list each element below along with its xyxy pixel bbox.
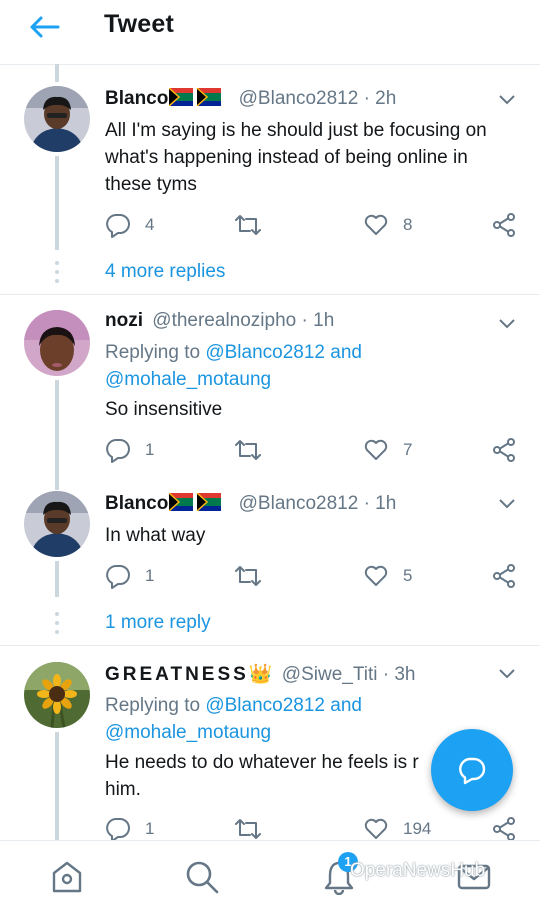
reply-count: 1	[145, 440, 155, 459]
thread-line	[55, 380, 59, 480]
like-button[interactable]: 194	[363, 816, 431, 842]
retweet-button[interactable]	[233, 563, 263, 589]
share-icon	[493, 564, 515, 588]
retweet-icon	[235, 819, 261, 839]
reply-count: 1	[145, 819, 155, 838]
back-arrow-icon[interactable]	[28, 14, 60, 40]
timestamp: · 3h	[382, 664, 416, 685]
reply-icon	[106, 818, 130, 842]
tweet-header: Blanco @Blanco2812 · 2h	[105, 88, 396, 110]
tweet-header: GREATNESS👑 @Siwe_Titi · 3h	[105, 662, 416, 686]
tweet-text: So insensitive	[105, 399, 223, 420]
like-count: 194	[403, 819, 432, 838]
handle[interactable]: @Blanco2812	[239, 88, 359, 109]
like-button[interactable]: 8	[363, 212, 412, 238]
reply-icon	[106, 439, 130, 463]
reply-count: 1	[145, 566, 155, 585]
tweet-text: All I'm saying is he should just be focu…	[105, 120, 487, 195]
display-name[interactable]: Blanco	[105, 493, 168, 514]
like-button[interactable]: 7	[363, 437, 412, 463]
replying-to: Replying to @Blanco2812 and @mohale_mota…	[105, 342, 362, 390]
share-icon	[493, 817, 515, 841]
heart-icon	[364, 818, 388, 839]
avatar[interactable]	[24, 86, 90, 152]
thread-line	[55, 561, 59, 597]
chevron-down-icon[interactable]	[498, 498, 516, 510]
tweet-text: In what way	[105, 525, 206, 546]
search-icon[interactable]	[184, 859, 220, 895]
mention-link[interactable]: @mohale_motaung	[105, 722, 271, 743]
thread-line	[55, 732, 59, 840]
tweet-actions: 4 8	[105, 212, 517, 238]
like-count: 5	[403, 566, 413, 585]
mention-link[interactable]: @mohale_motaung	[105, 369, 271, 390]
share-icon	[493, 213, 515, 237]
compose-reply-button[interactable]	[431, 729, 513, 811]
reply-icon	[106, 565, 130, 589]
timestamp: · 1h	[363, 493, 397, 514]
tweet-actions: 1 7	[105, 437, 517, 463]
heart-icon	[364, 214, 388, 235]
display-name[interactable]: Blanco	[105, 88, 168, 109]
avatar[interactable]	[24, 491, 90, 557]
home-icon[interactable]	[50, 859, 84, 895]
watermark: OperaNewsHub	[350, 860, 486, 881]
handle[interactable]: @Blanco2812	[239, 493, 359, 514]
thread-line	[55, 480, 59, 490]
reply-button[interactable]: 1	[105, 816, 154, 842]
thread-line	[55, 64, 59, 82]
share-button[interactable]	[491, 563, 517, 589]
retweet-button[interactable]	[233, 437, 263, 463]
share-button[interactable]	[491, 816, 517, 842]
handle[interactable]: @Siwe_Titi	[282, 664, 378, 685]
avatar[interactable]	[24, 310, 90, 376]
like-count: 7	[403, 440, 413, 459]
divider	[0, 645, 540, 646]
share-icon	[493, 438, 515, 462]
thread-line	[55, 156, 59, 250]
share-button[interactable]	[491, 212, 517, 238]
tweet-actions: 1 5	[105, 563, 517, 589]
top-bar: Tweet	[0, 0, 540, 65]
reply-bubble-icon	[459, 757, 486, 785]
retweet-icon	[235, 215, 261, 235]
retweet-button[interactable]	[233, 816, 263, 842]
retweet-icon	[235, 566, 261, 586]
south-africa-flag-icon	[169, 493, 222, 511]
reply-count: 4	[145, 215, 155, 234]
display-name[interactable]: GREATNESS	[105, 664, 249, 685]
display-name[interactable]: nozi	[105, 310, 143, 331]
timestamp: · 2h	[363, 88, 397, 109]
thread-dots	[55, 612, 59, 639]
share-button[interactable]	[491, 437, 517, 463]
more-replies-link[interactable]: 4 more replies	[105, 261, 225, 283]
thread-dots	[55, 261, 59, 288]
like-count: 8	[403, 215, 413, 234]
chevron-down-icon[interactable]	[498, 318, 516, 330]
retweet-button[interactable]	[233, 212, 263, 238]
timestamp: · 1h	[301, 310, 335, 331]
crown-emoji: 👑	[248, 664, 273, 685]
chevron-down-icon[interactable]	[498, 668, 516, 680]
page-title: Tweet	[104, 10, 174, 38]
retweet-icon	[235, 440, 261, 460]
tweet-actions: 1 194	[105, 816, 517, 842]
like-button[interactable]: 5	[363, 563, 412, 589]
divider	[0, 294, 540, 295]
reply-button[interactable]: 1	[105, 437, 154, 463]
reply-button[interactable]: 4	[105, 212, 154, 238]
reply-icon	[106, 214, 130, 238]
mention-link[interactable]: @Blanco2812	[205, 342, 325, 363]
south-africa-flag-icon	[169, 88, 222, 106]
tweet-header: Blanco @Blanco2812 · 1h	[105, 493, 396, 515]
avatar[interactable]	[24, 662, 90, 728]
chevron-down-icon[interactable]	[498, 94, 516, 106]
heart-icon	[364, 565, 388, 586]
heart-icon	[364, 439, 388, 460]
handle[interactable]: @therealnozipho	[152, 310, 296, 331]
more-replies-link[interactable]: 1 more reply	[105, 612, 211, 634]
mention-link[interactable]: @Blanco2812	[205, 695, 325, 716]
reply-button[interactable]: 1	[105, 563, 154, 589]
tweet-header: nozi @therealnozipho · 1h	[105, 310, 334, 332]
